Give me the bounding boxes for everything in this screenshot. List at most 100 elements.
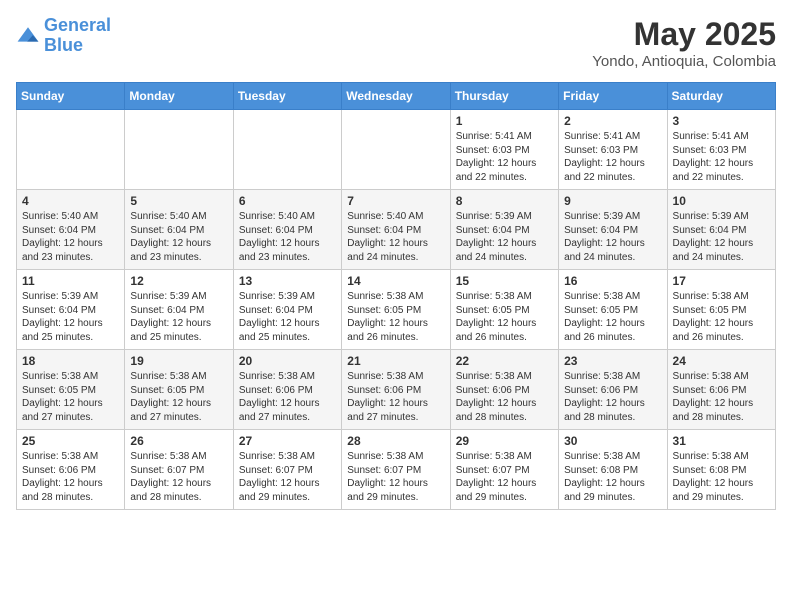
calendar-cell: 18 Sunrise: 5:38 AM Sunset: 6:05 PM Dayli… (17, 350, 125, 430)
calendar-cell: 10 Sunrise: 5:39 AM Sunset: 6:04 PM Dayli… (667, 190, 775, 270)
day-number: 9 (564, 194, 661, 208)
calendar-cell: 2 Sunrise: 5:41 AM Sunset: 6:03 PM Daylig… (559, 110, 667, 190)
calendar-cell (125, 110, 233, 190)
calendar-cell: 6 Sunrise: 5:40 AM Sunset: 6:04 PM Daylig… (233, 190, 341, 270)
calendar-cell: 22 Sunrise: 5:38 AM Sunset: 6:06 PM Dayli… (450, 350, 558, 430)
day-info: Sunrise: 5:38 AM Sunset: 6:06 PM Dayligh… (456, 370, 553, 424)
day-number: 30 (564, 434, 661, 448)
calendar-cell: 3Sunrise: 5:41 AM Sunset: 6:03 PM Daylig… (667, 110, 775, 190)
day-info: Sunrise: 5:38 AM Sunset: 6:05 PM Dayligh… (456, 290, 553, 344)
weekday-header: Thursday (450, 83, 558, 110)
day-number: 21 (347, 354, 444, 368)
day-number: 16 (564, 274, 661, 288)
day-info: Sunrise: 5:40 AM Sunset: 6:04 PM Dayligh… (239, 210, 336, 264)
day-info: Sunrise: 5:38 AM Sunset: 6:07 PM Dayligh… (239, 450, 336, 504)
day-number: 8 (456, 194, 553, 208)
calendar-cell: 29 Sunrise: 5:38 AM Sunset: 6:07 PM Dayli… (450, 430, 558, 510)
day-number: 13 (239, 274, 336, 288)
calendar-cell: 9 Sunrise: 5:39 AM Sunset: 6:04 PM Daylig… (559, 190, 667, 270)
calendar-week-row: 25Sunrise: 5:38 AM Sunset: 6:06 PM Dayli… (17, 430, 776, 510)
day-number: 27 (239, 434, 336, 448)
day-info: Sunrise: 5:38 AM Sunset: 6:05 PM Dayligh… (22, 370, 119, 424)
day-number: 14 (347, 274, 444, 288)
calendar-cell (17, 110, 125, 190)
calendar-cell: 24 Sunrise: 5:38 AM Sunset: 6:06 PM Dayli… (667, 350, 775, 430)
day-info: Sunrise: 5:39 AM Sunset: 6:04 PM Dayligh… (130, 290, 227, 344)
calendar-cell (342, 110, 450, 190)
calendar-cell: 16 Sunrise: 5:38 AM Sunset: 6:05 PM Dayli… (559, 270, 667, 350)
calendar-cell: 28 Sunrise: 5:38 AM Sunset: 6:07 PM Dayli… (342, 430, 450, 510)
day-number: 22 (456, 354, 553, 368)
day-number: 23 (564, 354, 661, 368)
day-number: 18 (22, 354, 119, 368)
logo-general: General (44, 15, 111, 35)
day-number: 10 (673, 194, 770, 208)
day-info: Sunrise: 5:38 AM Sunset: 6:05 PM Dayligh… (130, 370, 227, 424)
calendar-cell: 4Sunrise: 5:40 AM Sunset: 6:04 PM Daylig… (17, 190, 125, 270)
weekday-row: SundayMondayTuesdayWednesdayThursdayFrid… (17, 83, 776, 110)
day-info: Sunrise: 5:39 AM Sunset: 6:04 PM Dayligh… (673, 210, 770, 264)
day-number: 24 (673, 354, 770, 368)
page-header: General Blue May 2025 Yondo, Antioquia, … (16, 16, 776, 70)
day-info: Sunrise: 5:40 AM Sunset: 6:04 PM Dayligh… (22, 210, 119, 264)
day-info: Sunrise: 5:38 AM Sunset: 6:07 PM Dayligh… (456, 450, 553, 504)
calendar-cell: 7 Sunrise: 5:40 AM Sunset: 6:04 PM Daylig… (342, 190, 450, 270)
day-info: Sunrise: 5:40 AM Sunset: 6:04 PM Dayligh… (347, 210, 444, 264)
day-info: Sunrise: 5:40 AM Sunset: 6:04 PM Dayligh… (130, 210, 227, 264)
day-number: 17 (673, 274, 770, 288)
day-number: 12 (130, 274, 227, 288)
day-info: Sunrise: 5:38 AM Sunset: 6:08 PM Dayligh… (673, 450, 770, 504)
day-number: 6 (239, 194, 336, 208)
day-info: Sunrise: 5:41 AM Sunset: 6:03 PM Dayligh… (564, 130, 661, 184)
calendar-header: SundayMondayTuesdayWednesdayThursdayFrid… (17, 83, 776, 110)
calendar-cell: 14Sunrise: 5:38 AM Sunset: 6:05 PM Dayli… (342, 270, 450, 350)
page-title: May 2025 (592, 16, 776, 53)
weekday-header: Tuesday (233, 83, 341, 110)
calendar-cell: 1 Sunrise: 5:41 AM Sunset: 6:03 PM Daylig… (450, 110, 558, 190)
day-info: Sunrise: 5:38 AM Sunset: 6:07 PM Dayligh… (130, 450, 227, 504)
calendar-cell: 25Sunrise: 5:38 AM Sunset: 6:06 PM Dayli… (17, 430, 125, 510)
weekday-header: Friday (559, 83, 667, 110)
calendar-cell: 15Sunrise: 5:38 AM Sunset: 6:05 PM Dayli… (450, 270, 558, 350)
logo: General Blue (16, 16, 111, 56)
logo-icon (16, 24, 40, 48)
day-number: 7 (347, 194, 444, 208)
calendar-cell: 21Sunrise: 5:38 AM Sunset: 6:06 PM Dayli… (342, 350, 450, 430)
calendar-cell: 23Sunrise: 5:38 AM Sunset: 6:06 PM Dayli… (559, 350, 667, 430)
day-number: 19 (130, 354, 227, 368)
page-subtitle: Yondo, Antioquia, Colombia (592, 53, 776, 70)
day-number: 5 (130, 194, 227, 208)
logo-blue: Blue (44, 35, 83, 55)
day-number: 2 (564, 114, 661, 128)
day-info: Sunrise: 5:39 AM Sunset: 6:04 PM Dayligh… (22, 290, 119, 344)
day-info: Sunrise: 5:39 AM Sunset: 6:04 PM Dayligh… (456, 210, 553, 264)
day-number: 1 (456, 114, 553, 128)
day-info: Sunrise: 5:38 AM Sunset: 6:05 PM Dayligh… (673, 290, 770, 344)
calendar-week-row: 1 Sunrise: 5:41 AM Sunset: 6:03 PM Daylig… (17, 110, 776, 190)
calendar-cell: 20 Sunrise: 5:38 AM Sunset: 6:06 PM Dayli… (233, 350, 341, 430)
day-info: Sunrise: 5:38 AM Sunset: 6:07 PM Dayligh… (347, 450, 444, 504)
calendar-week-row: 18 Sunrise: 5:38 AM Sunset: 6:05 PM Dayli… (17, 350, 776, 430)
weekday-header: Monday (125, 83, 233, 110)
calendar-cell: 17 Sunrise: 5:38 AM Sunset: 6:05 PM Dayli… (667, 270, 775, 350)
calendar-week-row: 11Sunrise: 5:39 AM Sunset: 6:04 PM Dayli… (17, 270, 776, 350)
calendar-cell: 13 Sunrise: 5:39 AM Sunset: 6:04 PM Dayli… (233, 270, 341, 350)
calendar-cell: 30 Sunrise: 5:38 AM Sunset: 6:08 PM Dayli… (559, 430, 667, 510)
day-number: 20 (239, 354, 336, 368)
day-info: Sunrise: 5:38 AM Sunset: 6:06 PM Dayligh… (673, 370, 770, 424)
day-info: Sunrise: 5:38 AM Sunset: 6:08 PM Dayligh… (564, 450, 661, 504)
calendar-cell (233, 110, 341, 190)
day-number: 26 (130, 434, 227, 448)
day-info: Sunrise: 5:39 AM Sunset: 6:04 PM Dayligh… (239, 290, 336, 344)
day-number: 29 (456, 434, 553, 448)
day-info: Sunrise: 5:38 AM Sunset: 6:06 PM Dayligh… (239, 370, 336, 424)
day-info: Sunrise: 5:41 AM Sunset: 6:03 PM Dayligh… (456, 130, 553, 184)
day-number: 28 (347, 434, 444, 448)
day-info: Sunrise: 5:39 AM Sunset: 6:04 PM Dayligh… (564, 210, 661, 264)
weekday-header: Saturday (667, 83, 775, 110)
weekday-header: Wednesday (342, 83, 450, 110)
day-info: Sunrise: 5:38 AM Sunset: 6:05 PM Dayligh… (564, 290, 661, 344)
calendar-week-row: 4Sunrise: 5:40 AM Sunset: 6:04 PM Daylig… (17, 190, 776, 270)
logo-text: General Blue (44, 16, 111, 56)
calendar-body: 1 Sunrise: 5:41 AM Sunset: 6:03 PM Daylig… (17, 110, 776, 510)
